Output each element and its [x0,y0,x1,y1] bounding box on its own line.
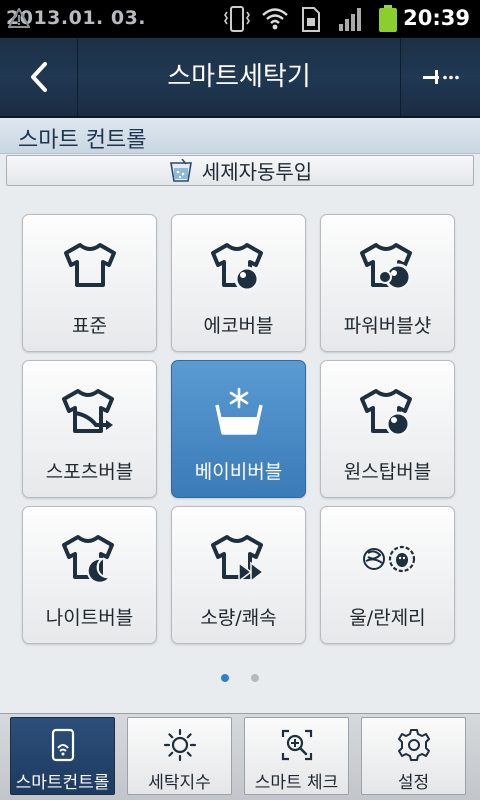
course-power-bubble-shot[interactable]: 파워버블샷 [320,214,455,352]
title-bar: 스마트세탁기 [0,38,480,118]
section-header: 스마트 컨트롤 [0,118,480,154]
bottom-nav: 스마트컨트롤 세탁지수 스마트 체크 설정 [0,713,480,800]
course-grid: 표준 에코버블 파워버블샷 스포츠버블 베이비버블 원스탑버블 나이트버블 소량… [22,214,456,646]
auto-detergent-label: 세제자동투입 [201,160,313,184]
course-label: 파워버블샷 [343,315,432,337]
vibrate-icon [222,4,252,38]
course-label: 표준 [72,315,107,337]
course-label: 에코버블 [203,315,274,337]
status-bar: 2013.01. 03. 20:39 [0,0,480,38]
detergent-icon [169,158,192,182]
menu-button[interactable] [400,38,480,116]
course-one-stop-bubble[interactable]: 원스탑버블 [320,360,455,498]
shirt-icon [63,243,116,287]
nav-smart-check[interactable]: 스마트 체크 [244,717,349,795]
more-icon [422,70,459,84]
signal-icon [336,4,366,38]
nav-label: 세탁지수 [148,773,211,793]
warning-icon [7,6,31,32]
shirt-power-bubble-icon [359,243,412,291]
course-label: 원스탑버블 [343,461,432,483]
nav-settings[interactable]: 설정 [361,717,466,795]
course-label: 소량/쾌속 [200,607,277,629]
chevron-left-icon [30,62,47,92]
smart-control-icon [51,728,74,762]
course-label: 베이비버블 [194,461,283,483]
course-eco-bubble[interactable]: 에코버블 [171,214,306,352]
page-dot-2[interactable] [251,674,259,682]
shirt-moon-icon [61,535,114,584]
wool-sheep-icon [362,545,415,573]
back-button[interactable] [0,38,78,116]
nav-label: 스마트 체크 [254,773,339,793]
course-wool-lingerie[interactable]: 울/란제리 [320,506,455,644]
nav-smart-control[interactable]: 스마트컨트롤 [10,717,115,795]
baby-tub-icon [214,387,263,435]
nav-label: 스마트컨트롤 [15,773,110,793]
auto-detergent-button[interactable]: 세제자동투입 [6,155,474,186]
nav-label: 설정 [397,773,430,793]
battery-icon [376,4,400,38]
shirt-fast-forward-icon [210,535,264,583]
sim-icon [300,4,322,38]
shirt-onestop-icon [359,389,412,437]
shirt-bubble-icon [210,243,263,292]
wifi-icon [260,4,290,38]
course-standard[interactable]: 표준 [22,214,157,352]
course-night-bubble[interactable]: 나이트버블 [22,506,157,644]
sun-icon [163,728,196,762]
course-label: 나이트버블 [45,607,134,629]
page-title: 스마트세탁기 [167,62,311,92]
page-dot-1[interactable] [221,674,229,682]
course-baby-bubble[interactable]: 베이비버블 [171,360,306,498]
course-label: 스포츠버블 [45,461,134,483]
status-time: 20:39 [403,6,470,30]
page-indicator [0,674,480,682]
course-sports-bubble[interactable]: 스포츠버블 [22,360,157,498]
shirt-sports-icon [61,389,114,433]
section-title: 스마트 컨트롤 [18,128,147,153]
course-label: 울/란제리 [349,607,426,629]
gear-icon [397,729,430,761]
course-quick-wash[interactable]: 소량/쾌속 [171,506,306,644]
smart-check-icon [281,729,312,761]
nav-washing-index[interactable]: 세탁지수 [127,717,232,795]
